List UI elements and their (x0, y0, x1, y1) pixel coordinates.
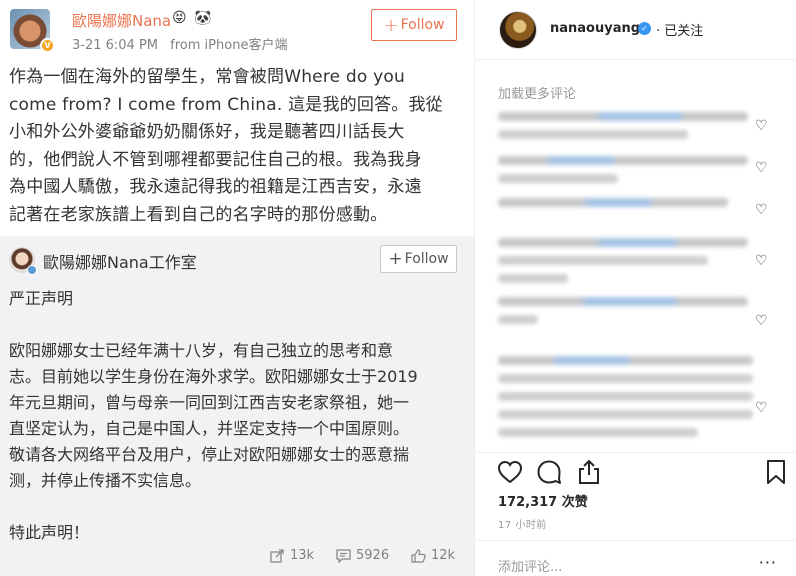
comment-item (498, 238, 758, 292)
share-button[interactable]: 13k (270, 548, 314, 563)
statement-line: 欧阳娜娜女士已经年满十八岁，有自己独立的思考和意 (9, 341, 394, 360)
comment-item (498, 112, 758, 148)
post-line: 小和外公外婆爺爺奶奶關係好，我是聽著四川話長大 (9, 122, 405, 142)
comment-icon (336, 548, 351, 563)
more-options-icon[interactable]: ··· (759, 553, 777, 572)
repost-follow-button[interactable]: + Follow (380, 245, 457, 273)
instagram-panel: nanaouyang ✓ · 已关注 加载更多评论 ♡ ♡ ♡ ♡ ♡ ♡ 17… (474, 0, 796, 576)
comment-like-icon[interactable]: ♡ (755, 400, 768, 416)
comment-item (498, 198, 758, 216)
share-upload-icon[interactable] (575, 458, 603, 486)
post-actions (475, 452, 796, 492)
statement-line: 测，并停止传播不实信息。 (9, 471, 202, 490)
tongue-emoji-icon: 😝 (172, 10, 187, 26)
comment-like-icon[interactable]: ♡ (755, 313, 768, 329)
post-source: from iPhone客户端 (170, 38, 288, 53)
like-count[interactable]: 172,317 次赞 (498, 491, 588, 510)
share-count: 13k (290, 548, 315, 563)
post-timestamp[interactable]: 17 小时前 (498, 516, 547, 531)
follow-label: Follow (400, 17, 445, 33)
comment-item (498, 156, 758, 192)
post-line: 的，他們說人不管到哪裡都要記住自己的根。我為我身 (9, 149, 422, 170)
plus-icon: + (383, 14, 399, 36)
bookmark-icon[interactable] (762, 458, 790, 486)
add-comment-input[interactable]: 添加评论... (498, 556, 562, 575)
reposted-content: 歐陽娜娜Nana工作室 + Follow 严正声明 欧阳娜娜女士已经年满十八岁，… (0, 236, 474, 576)
verified-badge-icon (27, 265, 37, 275)
like-count: 12k (431, 548, 456, 563)
statement-line: 直坚定认为，自己是中国人，并坚定支持一个中国原则。 (9, 419, 410, 438)
comment-like-icon[interactable]: ♡ (755, 253, 768, 269)
comment-item (498, 297, 758, 333)
repost-text: 严正声明 欧阳娜娜女士已经年满十八岁，有自己独立的思考和意 志。目前她以学生身份… (9, 286, 461, 546)
load-more-comments[interactable]: 加载更多评论 (498, 83, 576, 102)
repost-author-name[interactable]: 歐陽娜娜Nana工作室 (43, 249, 197, 273)
post-meta: 3-21 6:04 PM from iPhone客户端 (72, 34, 295, 53)
post-line: 作為一個在海外的留學生，常會被問Where do you (9, 67, 405, 87)
statement-line: 年元旦期间，曾与母亲一同回到江西吉安老家祭祖，她一 (9, 393, 410, 412)
heart-icon[interactable] (496, 458, 524, 486)
verified-badge-icon: V (40, 38, 55, 53)
comment-like-icon[interactable]: ♡ (755, 160, 768, 176)
statement-line: 敬请各大网络平台及用户，停止对欧阳娜娜女士的恶意揣 (9, 445, 410, 464)
comment-like-icon[interactable]: ♡ (755, 118, 768, 134)
comment-bubble-icon[interactable] (535, 458, 563, 486)
add-comment-bar: 添加评论... ··· (475, 540, 796, 576)
statement-line: 志。目前她以学生身份在海外求学。欧阳娜娜女士于2019 (9, 367, 418, 386)
post-line: 記著在老家族譜上看到自己的名字時的那份感動。 (9, 204, 388, 225)
plus-icon: + (388, 249, 403, 269)
post-author-name[interactable]: 歐陽娜娜Nana (72, 10, 171, 31)
post-line: come from? I come from China. 這是我的回答。我從 (9, 94, 443, 115)
follow-button[interactable]: + Follow (371, 9, 457, 41)
profile-avatar[interactable] (499, 11, 537, 49)
post-date[interactable]: 3-21 6:04 PM (72, 38, 158, 53)
follow-status[interactable]: · 已关注 (656, 20, 703, 39)
comment-count: 5926 (356, 548, 390, 563)
username[interactable]: nanaouyang (550, 21, 640, 36)
share-icon (270, 548, 284, 563)
comment-button[interactable]: 5926 (336, 548, 389, 563)
post-line: 為中國人驕傲，我永遠記得我的祖籍是江西吉安，永遠 (9, 177, 422, 197)
panda-emoji-icon: 🐼 (194, 10, 212, 26)
comment-item (498, 356, 758, 446)
post-text: 作為一個在海外的留學生，常會被問Where do you come from? … (9, 64, 469, 229)
like-button[interactable]: 12k (411, 548, 455, 563)
follow-label: Follow (404, 251, 449, 267)
post-header: nanaouyang ✓ · 已关注 (475, 0, 796, 60)
comment-like-icon[interactable]: ♡ (755, 202, 768, 218)
thumbs-up-icon (411, 548, 426, 563)
statement-closing: 特此声明！ (9, 523, 90, 542)
statement-title: 严正声明 (9, 289, 74, 308)
verified-check-icon: ✓ (638, 22, 651, 35)
weibo-post: V 歐陽娜娜Nana 😝 🐼 3-21 6:04 PM from iPhone客… (0, 0, 474, 576)
